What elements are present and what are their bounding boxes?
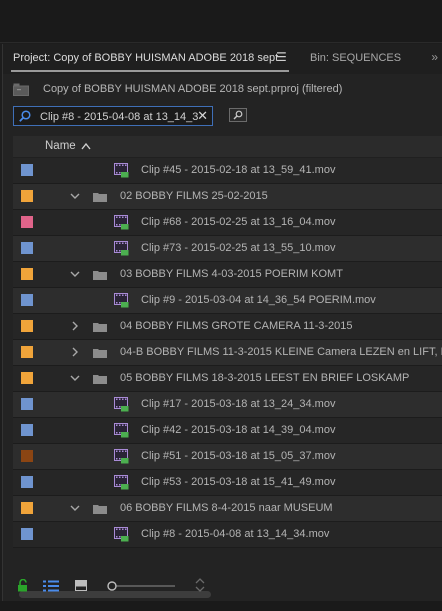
clear-search-icon[interactable]: ✕ [197, 108, 208, 124]
clip-name: Clip #17 - 2015-03-18 at 13_24_34.mov [141, 398, 336, 410]
clip-name: Clip #68 - 2015-02-25 at 13_16_04.mov [141, 216, 336, 228]
panel-menu-icon[interactable]: ☰ [276, 50, 287, 64]
search-input[interactable] [40, 109, 198, 125]
clip-row[interactable]: Clip #17 - 2015-03-18 at 13_24_34.mov [13, 392, 442, 418]
folder-icon [93, 349, 107, 358]
project-file-icon [13, 83, 29, 96]
sort-ascending-icon[interactable] [81, 142, 91, 150]
unlock-icon[interactable] [17, 579, 29, 592]
bin-name: 06 BOBBY FILMS 8-4-2015 naar MUSEUM [120, 502, 333, 514]
project-items-list: Name Clip #45 - 2015-02-18 at 13_59_41.m… [13, 136, 442, 561]
label-color-swatch[interactable] [21, 320, 33, 332]
zoom-slider[interactable] [107, 580, 177, 592]
find-icon[interactable] [229, 108, 247, 122]
bin-name: 04 BOBBY FILMS GROTE CAMERA 11-3-2015 [120, 320, 353, 332]
twirl-down-icon[interactable] [70, 373, 80, 383]
icon-view-icon[interactable] [75, 580, 87, 591]
label-color-swatch[interactable] [21, 346, 33, 358]
clip-row[interactable]: Clip #45 - 2015-02-18 at 13_59_41.mov [13, 158, 442, 184]
bin-row[interactable]: 04 BOBBY FILMS GROTE CAMERA 11-3-2015 [13, 314, 442, 340]
project-panel: Project: Copy of BOBBY HUISMAN ADOBE 201… [2, 44, 442, 601]
label-color-swatch[interactable] [21, 528, 33, 540]
bin-name: 05 BOBBY FILMS 18-3-2015 LEEST EN BRIEF … [120, 372, 410, 384]
clip-name: Clip #73 - 2015-02-25 at 13_55_10.mov [141, 242, 336, 254]
label-color-swatch[interactable] [21, 216, 33, 228]
tab-project[interactable]: Project: Copy of BOBBY HUISMAN ADOBE 201… [13, 52, 278, 64]
folder-icon [93, 505, 107, 514]
video-clip-icon [114, 215, 129, 230]
label-color-swatch[interactable] [21, 476, 33, 488]
application-top-strip [0, 0, 442, 43]
search-box: ✕ [13, 106, 213, 126]
video-clip-icon [114, 449, 129, 464]
label-color-swatch[interactable] [21, 190, 33, 202]
clip-row[interactable]: Clip #8 - 2015-04-08 at 13_14_34.mov [13, 522, 442, 548]
bin-row[interactable]: 05 BOBBY FILMS 18-3-2015 LEEST EN BRIEF … [13, 366, 442, 392]
column-header-name[interactable]: Name [45, 140, 76, 152]
clip-row[interactable]: Clip #42 - 2015-03-18 at 14_39_04.mov [13, 418, 442, 444]
clip-row[interactable]: Clip #68 - 2015-02-25 at 13_16_04.mov [13, 210, 442, 236]
bin-row[interactable]: 02 BOBBY FILMS 25-02-2015 [13, 184, 442, 210]
folder-icon [93, 375, 107, 384]
bin-row[interactable]: 06 BOBBY FILMS 8-4-2015 naar MUSEUM [13, 496, 442, 522]
video-clip-icon [114, 293, 129, 308]
panel-tab-bar: Project: Copy of BOBBY HUISMAN ADOBE 201… [3, 44, 442, 74]
bin-name: 04-B BOBBY FILMS 11-3-2015 KLEINE Camera… [120, 346, 442, 358]
folder-icon [93, 271, 107, 280]
clip-name: Clip #8 - 2015-04-08 at 13_14_34.mov [141, 528, 330, 540]
clip-name: Clip #9 - 2015-03-04 at 14_36_54 POERIM.… [141, 294, 376, 306]
sort-icons-icon[interactable] [195, 577, 205, 593]
project-path-line: Copy of BOBBY HUISMAN ADOBE 2018 sept.pr… [13, 80, 433, 100]
video-clip-icon [114, 527, 129, 542]
video-clip-icon [114, 163, 129, 178]
clip-row[interactable]: Clip #73 - 2015-02-25 at 13_55_10.mov [13, 236, 442, 262]
label-color-swatch[interactable] [21, 398, 33, 410]
bin-name: 03 BOBBY FILMS 4-03-2015 POERIM KOMT [120, 268, 343, 280]
label-color-swatch[interactable] [21, 268, 33, 280]
video-clip-icon [114, 475, 129, 490]
project-path: Copy of BOBBY HUISMAN ADOBE 2018 sept.pr… [43, 83, 343, 95]
list-header: Name [13, 136, 442, 158]
bin-name: 02 BOBBY FILMS 25-02-2015 [120, 190, 268, 202]
video-clip-icon [114, 241, 129, 256]
clip-name: Clip #53 - 2015-03-18 at 15_41_49.mov [141, 476, 336, 488]
label-color-swatch[interactable] [21, 424, 33, 436]
label-color-swatch[interactable] [21, 450, 33, 462]
label-color-swatch[interactable] [21, 294, 33, 306]
bin-row[interactable]: 03 BOBBY FILMS 4-03-2015 POERIM KOMT [13, 262, 442, 288]
panel-bottom-toolbar [3, 571, 442, 601]
tab-bin-sequences[interactable]: Bin: SEQUENCES [310, 52, 401, 64]
search-icon [19, 110, 31, 122]
twirl-right-icon[interactable] [70, 321, 80, 331]
folder-icon [93, 323, 107, 332]
label-color-swatch[interactable] [21, 164, 33, 176]
twirl-down-icon[interactable] [70, 191, 80, 201]
clip-name: Clip #45 - 2015-02-18 at 13_59_41.mov [141, 164, 336, 176]
twirl-right-icon[interactable] [70, 347, 80, 357]
video-clip-icon [114, 397, 129, 412]
video-clip-icon [114, 423, 129, 438]
clip-row[interactable]: Clip #53 - 2015-03-18 at 15_41_49.mov [13, 470, 442, 496]
label-color-swatch[interactable] [21, 242, 33, 254]
clip-row[interactable]: Clip #51 - 2015-03-18 at 15_05_37.mov [13, 444, 442, 470]
list-view-icon[interactable] [43, 580, 59, 592]
label-color-swatch[interactable] [21, 502, 33, 514]
bin-row[interactable]: 04-B BOBBY FILMS 11-3-2015 KLEINE Camera… [13, 340, 442, 366]
application-bottom-strip [0, 601, 442, 611]
active-tab-underline [11, 70, 289, 72]
clip-row[interactable]: Clip #9 - 2015-03-04 at 14_36_54 POERIM.… [13, 288, 442, 314]
clip-name: Clip #42 - 2015-03-18 at 14_39_04.mov [141, 424, 336, 436]
panel-overflow-icon[interactable]: » [431, 50, 438, 64]
label-color-swatch[interactable] [21, 372, 33, 384]
folder-icon [93, 193, 107, 202]
twirl-down-icon[interactable] [70, 269, 80, 279]
clip-name: Clip #51 - 2015-03-18 at 15_05_37.mov [141, 450, 336, 462]
twirl-down-icon[interactable] [70, 503, 80, 513]
